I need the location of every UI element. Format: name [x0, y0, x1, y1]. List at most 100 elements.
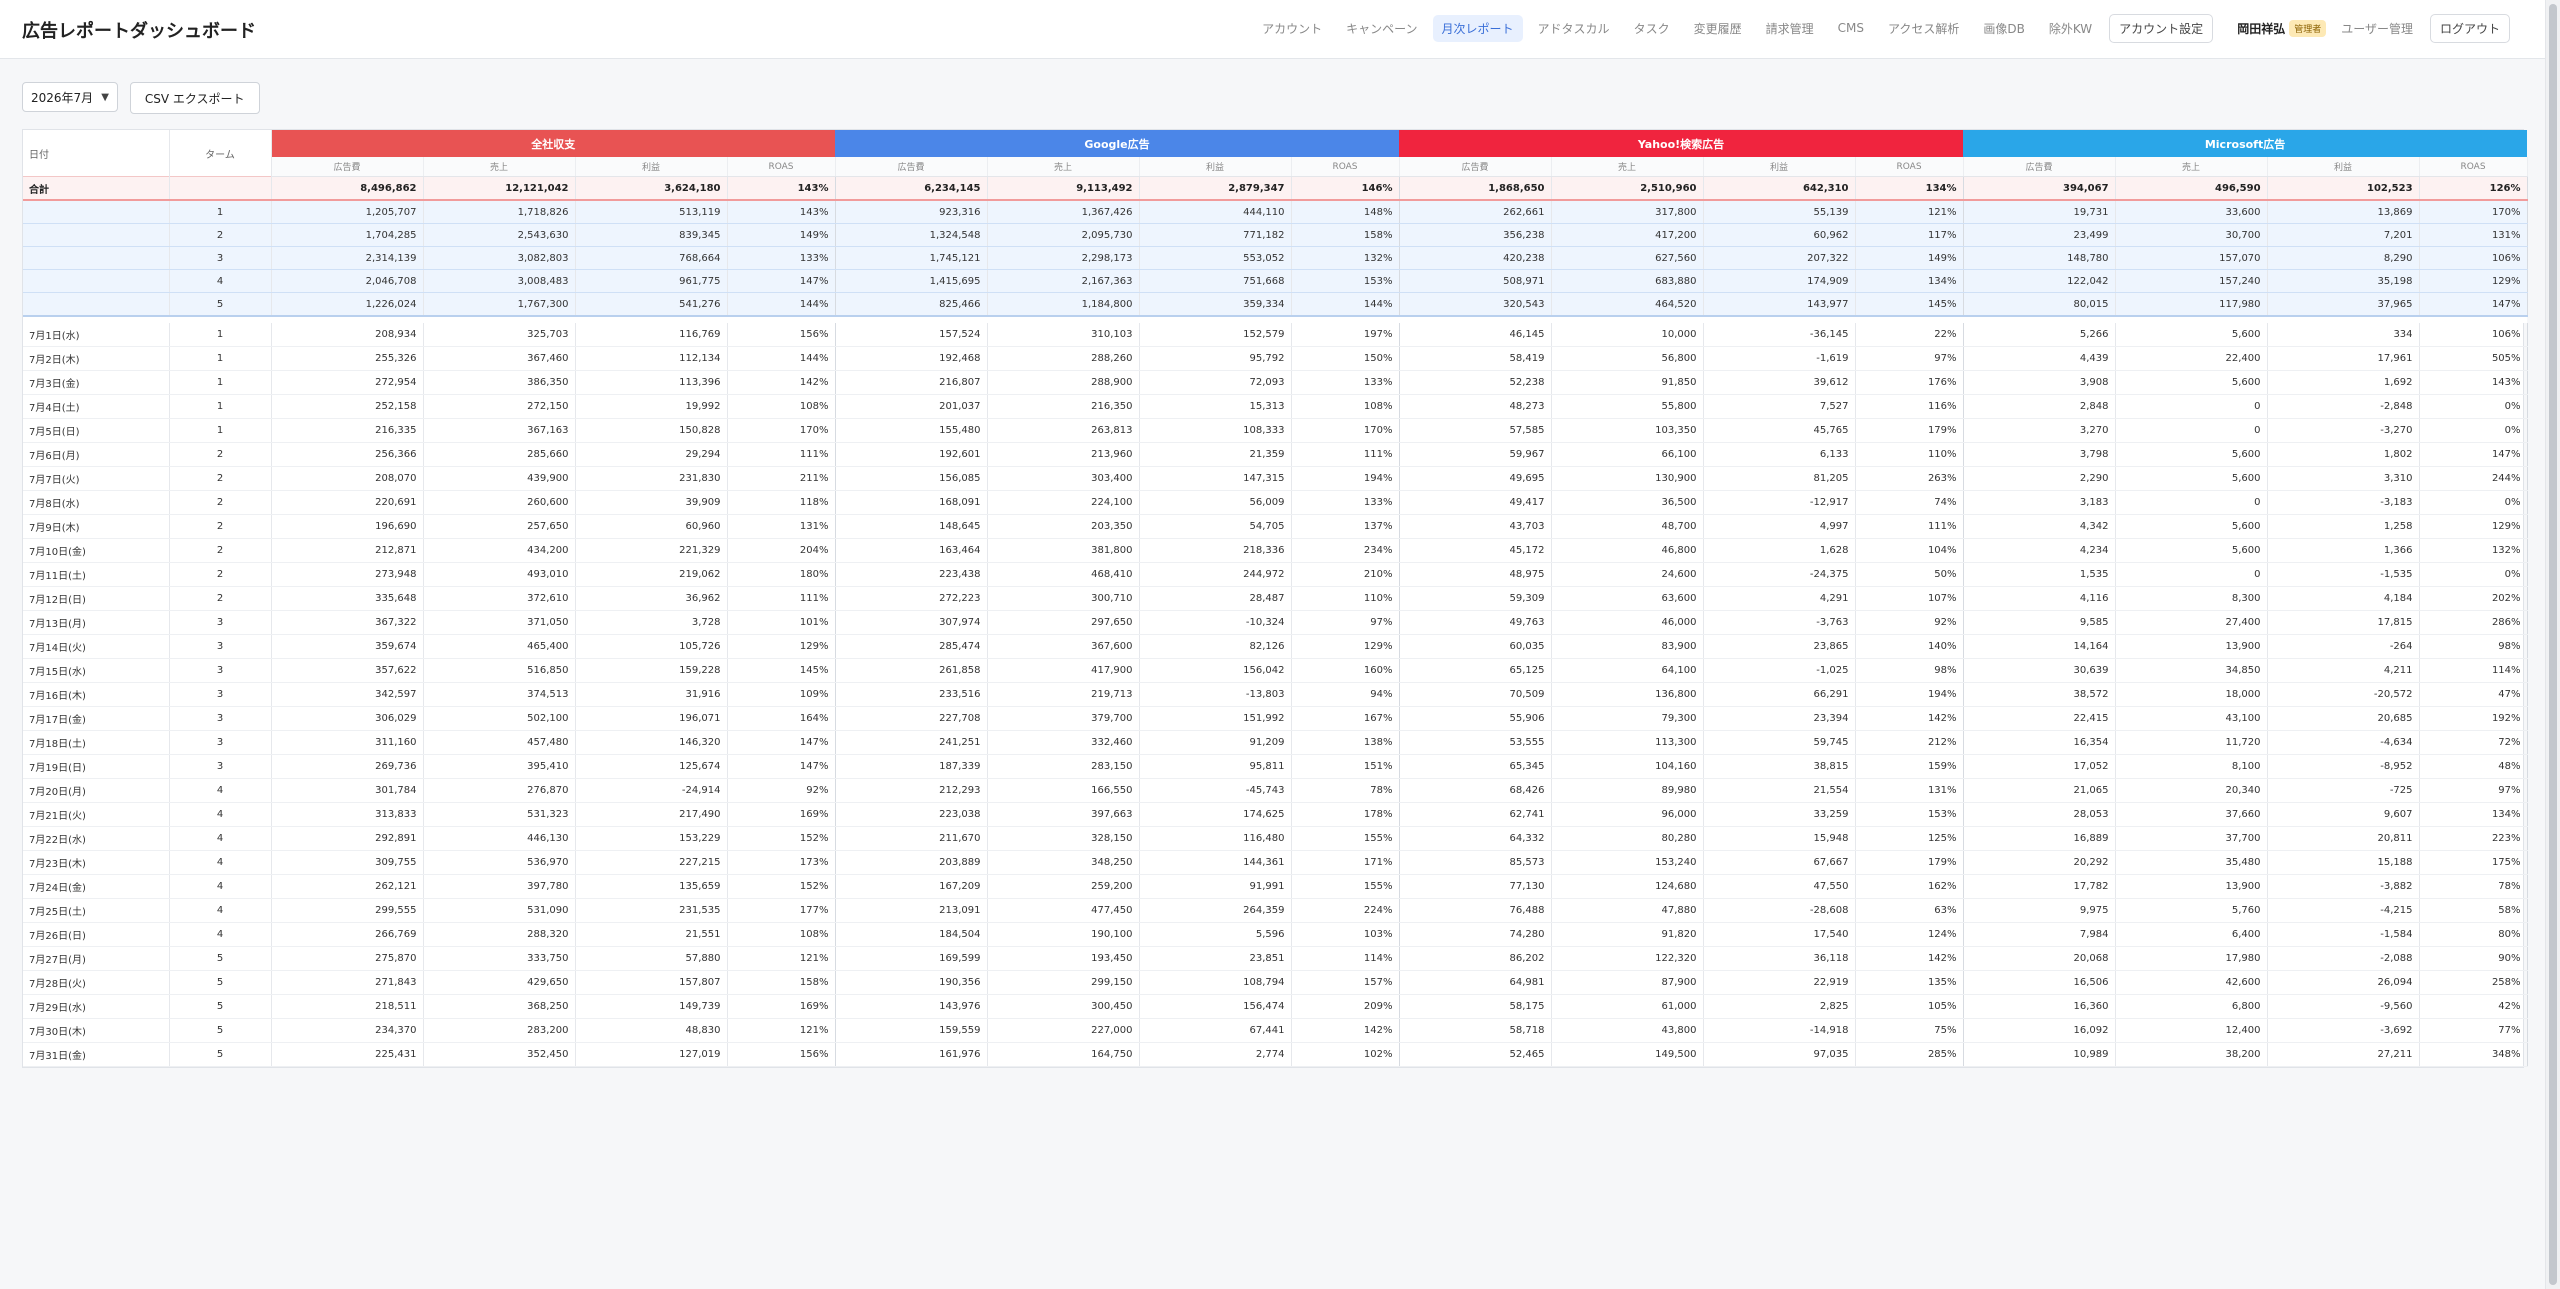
table-cell: 187,339	[835, 754, 988, 779]
table-cell: 106%	[2419, 246, 2528, 270]
table-cell: 79,300	[1551, 706, 1704, 731]
table-cell: 197%	[1291, 323, 1400, 347]
table-cell: 17,052	[1963, 754, 2116, 779]
table-cell: 34,850	[2115, 658, 2268, 683]
table-cell: 234,370	[271, 1018, 424, 1043]
date-cell	[23, 223, 170, 247]
date-cell: 7月2日(木)	[23, 346, 170, 371]
month-select[interactable]: 2026年7月 ▼	[22, 82, 118, 112]
date-cell: 7月9日(木)	[23, 514, 170, 539]
table-cell: 209%	[1291, 994, 1400, 1019]
table-cell: 23,499	[1963, 223, 2116, 247]
table-cell: 62,741	[1399, 802, 1552, 827]
table-cell: 77%	[2419, 1018, 2528, 1043]
metric-header: 売上	[2115, 157, 2268, 177]
table-cell: 46,145	[1399, 323, 1552, 347]
user-admin-link[interactable]: ユーザー管理	[2332, 15, 2422, 42]
date-cell: 7月26日(日)	[23, 922, 170, 947]
table-cell: 54,705	[1139, 514, 1292, 539]
logout-button[interactable]: ログアウト	[2429, 13, 2510, 43]
table-cell: 212%	[1855, 730, 1964, 755]
table-cell: 102%	[1291, 1042, 1400, 1067]
turn-cell: 4	[169, 778, 272, 803]
page-scrollbar[interactable]	[2545, 0, 2560, 1289]
table-cell: 357,622	[271, 658, 424, 683]
nav-item-change-history[interactable]: 変更履歴	[1685, 15, 1751, 42]
table-cell: 146,320	[575, 730, 728, 755]
user-role-badge: 管理者	[2289, 19, 2327, 37]
date-cell: 7月27日(月)	[23, 946, 170, 971]
table-cell: 2,298,173	[987, 246, 1140, 270]
nav-item-monthly-report[interactable]: 月次レポート	[1432, 14, 1523, 42]
date-cell: 7月19日(日)	[23, 754, 170, 779]
table-cell: 218,336	[1139, 538, 1292, 563]
table-cell: 144%	[1291, 292, 1400, 317]
table-cell: 4,234	[1963, 538, 2116, 563]
table-cell: 134%	[1855, 269, 1964, 293]
table-cell: 493,010	[423, 562, 576, 587]
table-cell: 152,579	[1139, 323, 1292, 347]
table-cell: 19,992	[575, 394, 728, 419]
table-cell: 60,035	[1399, 634, 1552, 659]
table-cell: 55,139	[1703, 200, 1856, 224]
table-cell: 190,100	[987, 922, 1140, 947]
table-cell: 155,480	[835, 418, 988, 443]
nav-item-exclude-kw[interactable]: 除外KW	[2040, 15, 2101, 42]
table-cell: 110%	[1855, 442, 1964, 467]
nav-item-access-analytics[interactable]: アクセス解析	[1879, 15, 1968, 42]
date-cell: 7月6日(月)	[23, 442, 170, 467]
nav-item-image-db[interactable]: 画像DB	[1974, 15, 2033, 42]
table-cell: 211%	[727, 466, 836, 491]
table-cell: 56,009	[1139, 490, 1292, 515]
table-cell: 224,100	[987, 490, 1140, 515]
table-cell: 0	[2115, 418, 2268, 443]
turn-cell: 1	[169, 346, 272, 371]
table-cell: 5,600	[2115, 370, 2268, 395]
table-cell: 272,150	[423, 394, 576, 419]
table-cell: 179%	[1855, 418, 1964, 443]
table-cell: 771,182	[1139, 223, 1292, 247]
table-cell: 1,802	[2267, 442, 2420, 467]
turn-cell: 5	[169, 292, 272, 317]
nav-item-billing[interactable]: 請求管理	[1757, 15, 1823, 42]
table-cell: 33,259	[1703, 802, 1856, 827]
table-row: 7月2日(木) 1 255,326 367,460 112,134 144% 192,468…	[23, 346, 2528, 371]
nav-item-account[interactable]: アカウント	[1253, 15, 1331, 42]
metric-header-row: 広告費 売上 利益 ROAS 広告費 売上 利益 ROAS 広告費 売上 利益 ROAS 広告費 売上 利益…	[23, 157, 2528, 177]
scrollbar-thumb[interactable]	[2549, 4, 2557, 1285]
table-cell: 397,780	[423, 874, 576, 899]
turn-cell: 4	[169, 898, 272, 923]
date-cell: 7月17日(金)	[23, 706, 170, 731]
table-cell: 1,745,121	[835, 246, 988, 270]
table-cell: 179%	[1855, 850, 1964, 875]
group-header-microsoft: Microsoft広告	[1963, 130, 2528, 157]
table-cell: 91,991	[1139, 874, 1292, 899]
nav-item-task[interactable]: タスク	[1625, 15, 1679, 42]
table-cell: -3,183	[2267, 490, 2420, 515]
table-cell: 148,780	[1963, 246, 2116, 270]
csv-export-button[interactable]: CSV エクスポート	[129, 82, 260, 114]
table-cell: 27,211	[2267, 1042, 2420, 1067]
table-cell: -1,619	[1703, 346, 1856, 371]
table-cell: 104%	[1855, 538, 1964, 563]
table-cell: 161,976	[835, 1042, 988, 1067]
table-cell: 227,708	[835, 706, 988, 731]
nav-item-campaign[interactable]: キャンペーン	[1337, 15, 1426, 42]
total-label: 合計	[23, 176, 170, 201]
table-cell: 2,046,708	[271, 269, 424, 293]
table-cell: 292,891	[271, 826, 424, 851]
table-cell: 38,815	[1703, 754, 1856, 779]
table-cell: 147%	[727, 269, 836, 293]
table-cell: 49,695	[1399, 466, 1552, 491]
nav-item-adtascal[interactable]: アドタスカル	[1529, 15, 1619, 42]
table-cell: 114%	[1291, 946, 1400, 971]
table-cell: 7,527	[1703, 394, 1856, 419]
nav-item-cms[interactable]: CMS	[1829, 16, 1873, 40]
table-cell: 262,121	[271, 874, 424, 899]
table-cell: -36,145	[1703, 323, 1856, 347]
table-cell: 39,612	[1703, 370, 1856, 395]
table-cell: 146%	[1291, 176, 1400, 201]
account-settings-button[interactable]: アカウント設定	[2109, 13, 2214, 43]
table-cell: 219,062	[575, 562, 728, 587]
table-cell: 5,760	[2115, 898, 2268, 923]
